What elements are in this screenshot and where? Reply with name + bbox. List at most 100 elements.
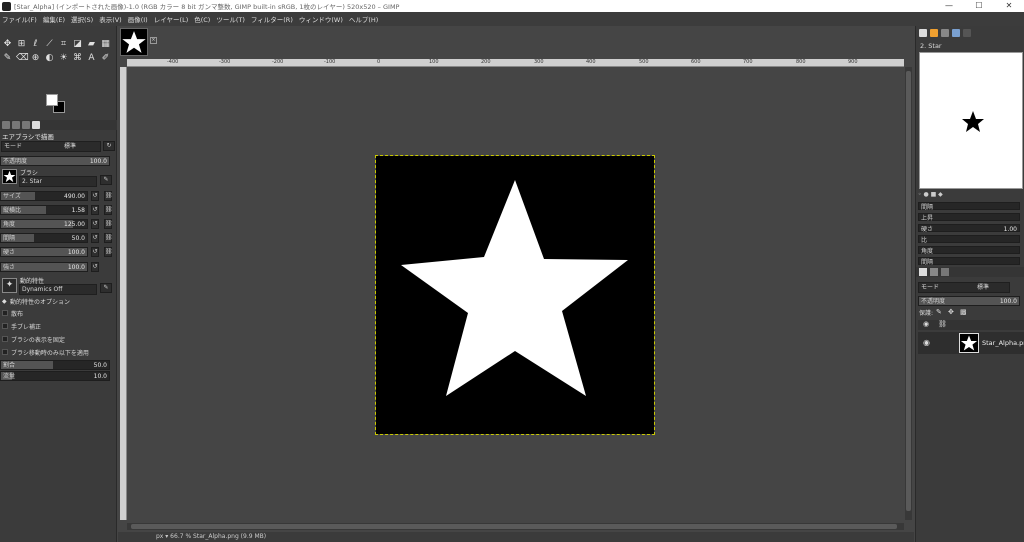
brush-name-field[interactable]: 2. Star xyxy=(19,176,97,187)
fonts-tab-icon[interactable] xyxy=(941,29,949,37)
undo-history-tab-icon[interactable] xyxy=(22,121,30,129)
size-reset-icon[interactable]: ↺ xyxy=(91,191,99,201)
crop-tool-icon[interactable]: ⌗ xyxy=(58,39,69,50)
aspect-slider[interactable]: 縦横比 1.58 xyxy=(0,205,88,215)
channels-tab-icon[interactable] xyxy=(930,268,938,276)
menu-tools[interactable]: ツール(T) xyxy=(216,14,245,24)
menu-file[interactable]: ファイル(F) xyxy=(2,14,37,24)
menu-help[interactable]: ヘルプ(H) xyxy=(349,14,378,24)
dynamics-options-expander[interactable]: ◆ xyxy=(2,298,7,305)
size-link-icon[interactable]: ⛓ xyxy=(104,191,113,201)
brush-prop-slider[interactable]: 比 xyxy=(918,235,1020,244)
aspect-reset-icon[interactable]: ↺ xyxy=(91,205,99,215)
jitter-checkbox[interactable] xyxy=(2,310,8,316)
hardness-slider[interactable]: 硬さ 100.0 xyxy=(0,247,88,257)
layer-mode-dropdown[interactable]: モード 標準 xyxy=(918,282,1010,293)
minimize-button[interactable]: — xyxy=(934,0,964,12)
flow-slider[interactable]: 流量 10.0 xyxy=(0,371,110,381)
spacing-reset-icon[interactable]: ↺ xyxy=(91,233,99,243)
menu-image[interactable]: 画像(I) xyxy=(128,14,148,24)
close-button[interactable]: ✕ xyxy=(994,0,1024,12)
paths-tool-icon[interactable]: ⌘ xyxy=(72,53,83,64)
hardness-reset-icon[interactable]: ↺ xyxy=(91,247,99,257)
move-tool-icon[interactable]: ✥ xyxy=(2,39,13,50)
size-slider[interactable]: サイズ 490.00 xyxy=(0,191,88,201)
lock-view-checkbox[interactable] xyxy=(2,336,8,342)
foreground-color-swatch[interactable] xyxy=(46,94,58,106)
brush-prop-slider[interactable]: 間隔 xyxy=(918,202,1020,211)
dynamics-field[interactable]: Dynamics Off xyxy=(19,284,97,295)
edit-brush-icon[interactable]: ✎ xyxy=(100,175,112,185)
layer-row[interactable]: ◉ Star_Alpha.png xyxy=(918,332,1024,354)
paint-dynamics-tab-icon[interactable] xyxy=(963,29,971,37)
close-image-tab-icon[interactable]: × xyxy=(150,37,157,44)
text-tool-icon[interactable]: A xyxy=(86,53,97,64)
brush-thumbnail[interactable] xyxy=(2,169,17,184)
aspect-link-icon[interactable]: ⛓ xyxy=(104,205,113,215)
hardness-link-icon[interactable]: ⛓ xyxy=(104,247,113,257)
angle-reset-icon[interactable]: ↺ xyxy=(91,219,99,229)
device-status-tab-icon[interactable] xyxy=(12,121,20,129)
menu-colors[interactable]: 色(C) xyxy=(194,14,210,24)
free-select-tool-icon[interactable]: ℓ xyxy=(30,39,41,50)
menu-layer[interactable]: レイヤー(L) xyxy=(154,14,189,24)
bucket-fill-tool-icon[interactable]: ▦ xyxy=(100,39,111,50)
lock-alpha-icon[interactable]: ▩ xyxy=(960,308,967,316)
force-reset-icon[interactable]: ↺ xyxy=(91,262,99,272)
paintbrush-tool-icon[interactable]: ✎ xyxy=(2,53,13,64)
spacing-link-icon[interactable]: ⛓ xyxy=(104,233,113,243)
mode-dropdown[interactable]: モード 標準 xyxy=(1,141,101,152)
brushes-tab-icon[interactable] xyxy=(32,121,40,129)
fuzzy-select-tool-icon[interactable]: ⟋ xyxy=(44,39,55,50)
mode-value: 標準 xyxy=(64,143,77,150)
dodge-tool-icon[interactable]: ☀ xyxy=(58,53,69,64)
lock-pixels-icon[interactable]: ✎ xyxy=(936,308,942,316)
smudge-tool-icon[interactable]: ◐ xyxy=(44,53,55,64)
ruler-tick: 800 xyxy=(796,59,806,65)
jitter-label: 散布 xyxy=(11,311,24,318)
dynamics-icon[interactable]: ✦ xyxy=(2,278,17,293)
brush-prop-slider[interactable]: 角度 xyxy=(918,246,1020,255)
image-canvas[interactable] xyxy=(375,155,655,435)
image-tab-thumbnail[interactable] xyxy=(120,28,148,56)
layers-tab-icon[interactable] xyxy=(919,268,927,276)
lock-position-icon[interactable]: ✥ xyxy=(948,308,954,316)
tool-options-tab-icon[interactable] xyxy=(2,121,10,129)
rate-slider[interactable]: 割合 50.0 xyxy=(0,360,110,370)
angle-slider[interactable]: 角度 125.00 xyxy=(0,219,88,229)
opacity-slider[interactable]: 不透明度 100.0 xyxy=(0,156,110,166)
rate-label: 割合 xyxy=(3,362,16,369)
align-tool-icon[interactable]: ⊞ xyxy=(16,39,27,50)
paths-tab-icon[interactable] xyxy=(941,268,949,276)
brushes-tab-icon[interactable] xyxy=(919,29,927,37)
angle-link-icon[interactable]: ⛓ xyxy=(104,219,113,229)
brush-prop-slider[interactable]: 間隔 xyxy=(918,257,1020,266)
eye-icon[interactable]: ◉ xyxy=(923,338,930,347)
color-picker-tool-icon[interactable]: ✐ xyxy=(100,53,111,64)
ruler-tick: 600 xyxy=(691,59,701,65)
patterns-tab-icon[interactable] xyxy=(930,29,938,37)
transform-tool-icon[interactable]: ◪ xyxy=(72,39,83,50)
brush-prop-slider[interactable]: 硬さ 1.00 xyxy=(918,224,1020,233)
menu-edit[interactable]: 編集(E) xyxy=(43,14,65,24)
layer-opacity-slider[interactable]: 不透明度 100.0 xyxy=(918,296,1020,306)
maximize-button[interactable]: ☐ xyxy=(964,0,994,12)
eraser-tool-icon[interactable]: ⌫ xyxy=(16,53,29,64)
menu-windows[interactable]: ウィンドウ(W) xyxy=(299,14,343,24)
smooth-checkbox[interactable] xyxy=(2,323,8,329)
clone-tool-icon[interactable]: ⊕ xyxy=(30,53,41,64)
brush-prop-slider[interactable]: 上昇 xyxy=(918,213,1020,222)
force-slider[interactable]: 強さ 100.0 xyxy=(0,262,88,272)
edit-dynamics-icon[interactable]: ✎ xyxy=(100,283,112,293)
vertical-scrollbar[interactable] xyxy=(905,67,912,520)
horizontal-scrollbar[interactable] xyxy=(127,523,904,530)
menu-filters[interactable]: フィルター(R) xyxy=(251,14,293,24)
spacing-slider[interactable]: 間隔 50.0 xyxy=(0,233,88,243)
menu-view[interactable]: 表示(V) xyxy=(99,14,122,24)
incremental-checkbox[interactable] xyxy=(2,349,8,355)
document-history-tab-icon[interactable] xyxy=(952,29,960,37)
lock-view-label: ブラシの表示を固定 xyxy=(11,337,65,344)
warp-tool-icon[interactable]: ▰ xyxy=(86,39,97,50)
menu-select[interactable]: 選択(S) xyxy=(71,14,93,24)
mode-reset-icon[interactable]: ↻ xyxy=(103,141,115,151)
